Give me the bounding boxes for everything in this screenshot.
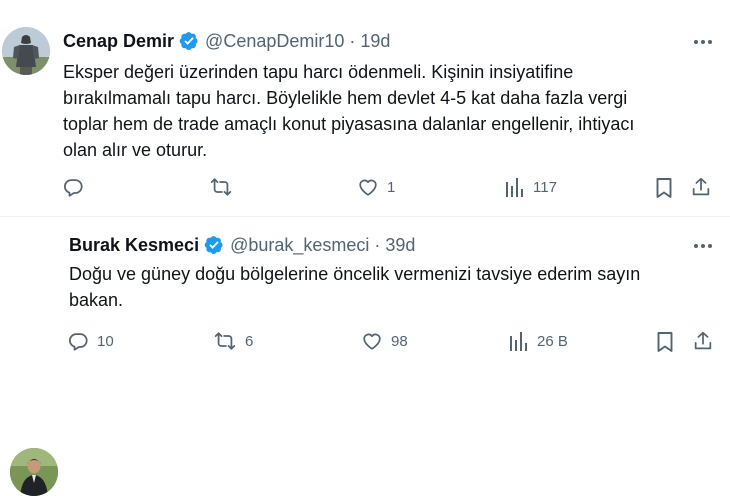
view-count: 26 B <box>537 332 568 350</box>
reply-count: 10 <box>97 332 114 350</box>
author-name[interactable]: Cenap Demir <box>63 30 174 52</box>
verified-badge-icon <box>204 235 224 255</box>
like-count: 1 <box>387 178 396 196</box>
reply-button[interactable] <box>62 176 92 198</box>
views-icon <box>509 330 529 352</box>
like-icon <box>357 176 379 198</box>
retweet-button[interactable]: 6 <box>213 330 253 352</box>
views-button[interactable]: 26 B <box>509 330 568 352</box>
share-button[interactable] <box>690 176 712 198</box>
views-icon <box>505 176 525 198</box>
bookmark-icon <box>655 331 675 353</box>
avatar-image <box>2 27 50 75</box>
tweet[interactable]: Burak Kesmeci @burak_kesmeci · 39d Doğu … <box>0 216 730 496</box>
bookmark-button[interactable] <box>654 177 674 199</box>
share-button[interactable] <box>692 330 714 352</box>
separator: · <box>349 31 356 51</box>
tweet-header: Burak Kesmeci @burak_kesmeci · 39d <box>69 234 415 256</box>
more-icon[interactable] <box>690 236 716 256</box>
more-icon[interactable] <box>690 32 716 52</box>
share-icon <box>692 330 714 352</box>
tweet-header: Cenap Demir @CenapDemir10 · 19d <box>63 30 390 52</box>
retweet-count: 6 <box>245 332 254 350</box>
reply-icon <box>67 330 89 352</box>
retweet-icon <box>213 330 237 352</box>
view-count: 117 <box>533 178 557 196</box>
reply-button[interactable]: 10 <box>67 330 114 352</box>
bookmark-button[interactable] <box>655 331 675 353</box>
bookmark-icon <box>654 177 674 199</box>
like-button[interactable]: 98 <box>361 330 408 352</box>
reply-icon <box>62 176 84 198</box>
separator: · <box>374 235 381 255</box>
tweet[interactable]: Cenap Demir @CenapDemir10 · 19d Eksper d… <box>0 0 730 216</box>
verified-badge-icon <box>179 31 199 51</box>
author-handle[interactable]: @burak_kesmeci <box>230 234 369 256</box>
avatar[interactable] <box>10 448 58 496</box>
share-icon <box>690 176 712 198</box>
retweet-icon <box>209 176 233 198</box>
views-button[interactable]: 117 <box>505 176 557 198</box>
timestamp[interactable]: 39d <box>385 234 415 256</box>
avatar[interactable] <box>2 27 50 75</box>
author-name[interactable]: Burak Kesmeci <box>69 234 199 256</box>
timestamp[interactable]: 19d <box>360 30 390 52</box>
tweet-text: Doğu ve güney doğu bölgelerine öncelik v… <box>69 264 641 310</box>
like-count: 98 <box>391 332 408 350</box>
tweet-text: Eksper değeri üzerinden tapu harcı ödenm… <box>63 62 635 160</box>
author-handle[interactable]: @CenapDemir10 <box>205 30 344 52</box>
retweet-button[interactable] <box>209 176 241 198</box>
avatar-image <box>10 448 58 496</box>
like-icon <box>361 330 383 352</box>
like-button[interactable]: 1 <box>357 176 395 198</box>
